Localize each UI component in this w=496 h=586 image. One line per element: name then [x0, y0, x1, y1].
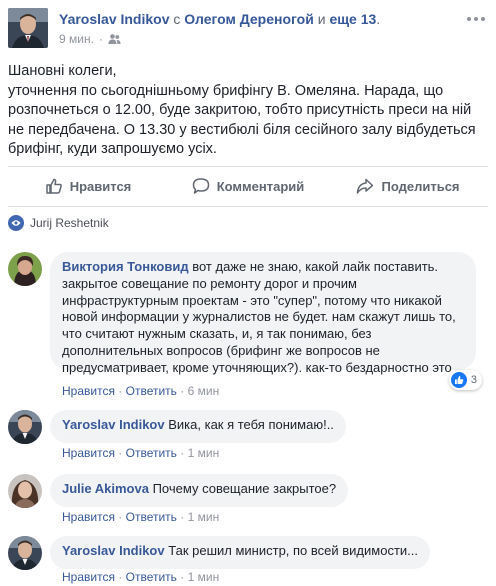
share-label: Поделиться — [381, 178, 460, 194]
separator: · — [180, 570, 185, 584]
share-button[interactable]: Поделиться — [328, 170, 488, 202]
comment-time[interactable]: 1 мин — [188, 446, 220, 460]
comment-like-link[interactable]: Нравится — [62, 446, 115, 460]
separator: · — [118, 446, 123, 460]
commenter-avatar-image — [8, 410, 42, 444]
comment-reply-link[interactable]: Ответить — [126, 570, 177, 584]
post-meta: 9 мин. · — [59, 32, 121, 46]
share-icon — [357, 178, 374, 194]
separator: · — [118, 510, 123, 524]
comment-like-link[interactable]: Нравится — [62, 510, 115, 524]
comment-icon — [192, 178, 209, 194]
comment-reply-link[interactable]: Ответить — [126, 384, 177, 398]
seen-by-row: Jurij Reshetnik — [8, 215, 109, 231]
friends-icon[interactable] — [108, 33, 121, 45]
author-name[interactable]: Yaroslav Indikov — [59, 11, 170, 27]
commenter-avatar[interactable] — [8, 474, 42, 508]
reaction-count[interactable]: 3 — [448, 370, 482, 390]
commenter-avatar[interactable] — [8, 536, 42, 570]
commenter-avatar-image — [8, 536, 42, 570]
commenter-avatar[interactable] — [8, 410, 42, 444]
comment-bubble: Yaroslav Indikov Так решил министр, по в… — [50, 536, 430, 569]
comment-text: Почему совещание закрытое? — [152, 481, 337, 496]
comment-bubble: Julie Akimova Почему совещание закрытое? — [50, 474, 349, 507]
comment-actions: Нравится · Ответить · 1 мин — [62, 510, 219, 524]
comment-time[interactable]: 1 мин — [188, 570, 220, 584]
connector-text: с — [173, 11, 181, 27]
divider-top — [8, 166, 488, 167]
connector-text-2: и — [317, 11, 326, 27]
comment-text: Вика, как я тебя понимаю!.. — [168, 417, 334, 432]
divider-bottom — [8, 206, 488, 207]
comment-time[interactable]: 1 мин — [188, 510, 220, 524]
comment-button[interactable]: Комментарий — [168, 170, 328, 202]
reaction-number: 3 — [470, 374, 477, 386]
comment-reply-link[interactable]: Ответить — [126, 510, 177, 524]
tagged-others[interactable]: еще 13 — [329, 11, 376, 27]
post-text-line-1: Шановні колеги, — [8, 63, 117, 79]
commenter-avatar-image — [8, 252, 42, 286]
comment-time[interactable]: 6 мин — [188, 384, 220, 398]
separator: · — [180, 446, 185, 460]
commenter-avatar-image — [8, 474, 42, 508]
period-text: . — [376, 11, 381, 27]
post-actions: Нравится Комментарий Поделиться — [8, 170, 488, 202]
comment-reply-link[interactable]: Ответить — [126, 446, 177, 460]
comment-label: Комментарий — [216, 178, 305, 194]
comment-text: вот даже не знаю, какой лайк поставить. … — [62, 259, 460, 375]
commenter-avatar[interactable] — [8, 252, 42, 286]
post-body: Шановні колеги, уточнення по сьогоднішнь… — [8, 62, 486, 160]
commenter-name[interactable]: Yaroslav Indikov — [62, 543, 165, 558]
seen-by-name[interactable]: Jurij Reshetnik — [30, 216, 109, 230]
separator: · — [180, 510, 185, 524]
comment-text: Так решил министр, по всей видимости... — [168, 543, 418, 558]
author-avatar-image — [8, 8, 48, 48]
like-reaction-icon — [450, 372, 467, 388]
post-header: Yaroslav Indikov с Олегом Дереногой и ещ… — [8, 8, 488, 50]
comment-actions: Нравится · Ответить · 6 мин — [62, 384, 219, 398]
comment-like-link[interactable]: Нравится — [62, 384, 115, 398]
separator: · — [118, 570, 123, 584]
commenter-name[interactable]: Yaroslav Indikov — [62, 417, 165, 432]
seen-eye-icon — [8, 215, 24, 231]
author-line: Yaroslav Indikov с Олегом Дереногой и ещ… — [59, 10, 380, 28]
comment-bubble: Yaroslav Indikov Вика, как я тебя понима… — [50, 410, 346, 443]
post-timestamp[interactable]: 9 мин. — [59, 32, 94, 46]
author-avatar[interactable] — [8, 8, 48, 48]
separator: · — [118, 384, 123, 398]
separator: · — [180, 384, 185, 398]
like-label: Нравится — [69, 178, 132, 194]
comment-bubble: Виктория Тонковид вот даже не знаю, како… — [50, 252, 476, 375]
comment-like-link[interactable]: Нравится — [62, 570, 115, 584]
like-button[interactable]: Нравится — [8, 170, 168, 202]
thumbs-up-icon — [45, 178, 62, 194]
commenter-name[interactable]: Виктория Тонковид — [62, 259, 189, 274]
more-options-icon[interactable] — [466, 12, 486, 26]
comment-actions: Нравится · Ответить · 1 мин — [62, 446, 219, 460]
meta-separator: · — [98, 32, 103, 46]
comment-actions: Нравится · Ответить · 1 мин — [62, 570, 219, 584]
commenter-name[interactable]: Julie Akimova — [62, 481, 149, 496]
post-text-line-2: уточнення по сьогоднішньому брифінгу В. … — [8, 82, 480, 158]
tagged-person[interactable]: Олегом Дереногой — [184, 11, 314, 27]
